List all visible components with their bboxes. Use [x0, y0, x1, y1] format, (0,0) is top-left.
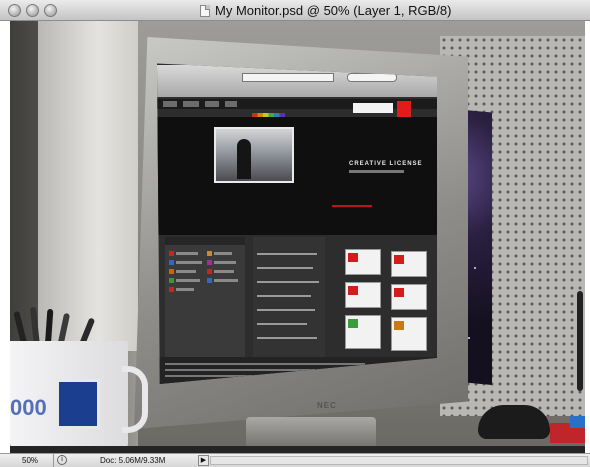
document-proxy-icon[interactable] — [200, 4, 210, 17]
photo-news-line — [257, 323, 307, 325]
photo-star — [468, 337, 470, 339]
photo-promo-icon — [348, 286, 358, 295]
photo-product-icon — [169, 269, 174, 274]
status-divider — [53, 454, 54, 467]
photo-site-news-panel — [253, 237, 325, 357]
photo-desk-object — [478, 405, 550, 439]
status-bar: 50% i Doc: 5.06M/9.33M ▶ — [0, 453, 590, 467]
photo-product-icon — [207, 251, 212, 256]
photo-site-promo-tile — [391, 251, 427, 277]
photo-site-promo-tile — [345, 282, 381, 308]
photo-mug-text: 000 — [10, 395, 47, 420]
photo-news-line — [257, 295, 311, 297]
photo-product-icon — [207, 269, 212, 274]
photo-product-row — [176, 261, 202, 264]
photo-product-icon — [207, 278, 212, 283]
photo-adobe-logo-icon — [397, 101, 411, 117]
photo-product-row — [214, 279, 238, 282]
photo-site-hero-subtext — [349, 170, 404, 173]
photo-site-hero-image — [214, 127, 294, 183]
photo-site-promo-tile — [345, 315, 381, 349]
photo-promo-icon — [348, 253, 358, 262]
photo-site-promo-tile — [345, 249, 381, 275]
photo-browser-url-field — [242, 73, 334, 82]
photo-product-icon — [169, 278, 174, 283]
photo-product-row — [176, 279, 200, 282]
status-info-icon[interactable]: i — [57, 455, 67, 465]
photo-desk-blue-item — [570, 416, 585, 428]
photo-promo-icon — [394, 321, 404, 330]
photo-site-promo-tile — [391, 284, 427, 310]
photo-site-nav-item — [163, 101, 177, 107]
photo-footer-line — [165, 369, 315, 371]
photo-promo-icon — [394, 255, 404, 264]
photo-monitor-screen: CREATIVE LICENSE — [157, 63, 437, 384]
photo-site-hero-figure — [237, 139, 251, 179]
photo-news-line — [257, 309, 315, 311]
photo-star — [474, 267, 476, 269]
photo-computer-case — [38, 21, 138, 351]
status-menu-arrow-button[interactable]: ▶ — [198, 455, 209, 466]
photo-monitor-brand: NEC — [317, 401, 337, 410]
zoom-level[interactable]: 50% — [22, 455, 38, 466]
photo-news-line — [257, 337, 317, 339]
photo-mug-handle — [122, 366, 148, 433]
photo-news-line — [257, 267, 313, 269]
photo-promo-icon — [348, 319, 358, 328]
photo-product-row — [214, 261, 236, 264]
document-canvas[interactable]: NEC CREATIVE LICENSE 000 — [10, 21, 585, 453]
photo-site-hero — [157, 117, 437, 235]
photo-site-store-box — [353, 103, 393, 113]
photo-product-icon — [169, 287, 174, 292]
photo-mug-label — [56, 379, 100, 429]
horizontal-scrollbar[interactable] — [210, 456, 588, 465]
document-size-info: Doc: 5.06M/9.33M — [100, 456, 166, 465]
window-titlebar: My Monitor.psd @ 50% (Layer 1, RGB/8) — [0, 0, 590, 21]
photo-promo-icon — [394, 288, 404, 297]
photo-product-row — [176, 288, 194, 291]
photo-site-products-header — [165, 237, 245, 245]
photo-footer-line — [165, 363, 365, 365]
photo-product-icon — [169, 251, 174, 256]
photo-site-nav-item — [205, 101, 219, 107]
photo-product-row — [176, 252, 198, 255]
photo-desk-edge — [10, 446, 585, 453]
photo-news-line — [257, 253, 317, 255]
window-title-group: My Monitor.psd @ 50% (Layer 1, RGB/8) — [200, 3, 451, 18]
photo-product-row — [214, 252, 232, 255]
minimize-button[interactable] — [26, 4, 39, 17]
close-button[interactable] — [8, 4, 21, 17]
zoom-button[interactable] — [44, 4, 57, 17]
window-title: My Monitor.psd @ 50% (Layer 1, RGB/8) — [215, 3, 452, 18]
photo-site-hero-text: CREATIVE LICENSE — [349, 161, 423, 167]
photo-site-products-panel — [165, 237, 245, 357]
photo-cable — [577, 291, 583, 391]
photo-product-icon — [169, 260, 174, 265]
photo-product-row — [214, 270, 234, 273]
photo-site-hero-accent — [332, 205, 372, 207]
photo-site-nav — [157, 99, 437, 109]
photo-site-nav-item — [183, 101, 199, 107]
photo-news-line — [257, 281, 319, 283]
photo-site-promo-tile — [391, 317, 427, 351]
photo-product-row — [176, 270, 196, 273]
photo-site-nav-item — [225, 101, 237, 107]
photo-product-icon — [207, 260, 212, 265]
